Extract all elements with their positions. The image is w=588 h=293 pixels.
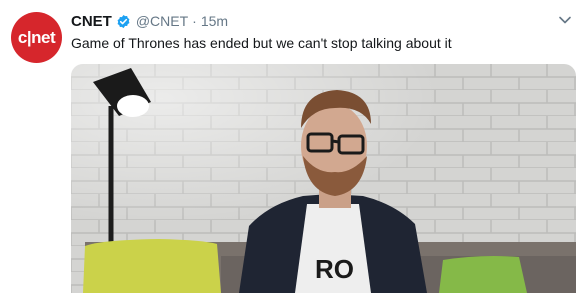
timestamp[interactable]: 15m bbox=[201, 13, 228, 29]
display-name[interactable]: CNET bbox=[71, 13, 112, 30]
video-thumbnail[interactable]: RO bbox=[71, 64, 576, 293]
avatar-logo-text: c|net bbox=[17, 27, 56, 47]
yellow-cushion bbox=[83, 239, 221, 293]
chevron-down-icon[interactable] bbox=[558, 13, 572, 27]
tweet-header: CNET @CNET · 15m bbox=[71, 11, 228, 31]
shirt-lettering: RO bbox=[315, 254, 354, 284]
green-cushion bbox=[439, 256, 527, 293]
tweet-text: Game of Thrones has ended but we can't s… bbox=[71, 35, 452, 51]
avatar[interactable]: c|net bbox=[11, 12, 62, 63]
tweet-card[interactable]: c|net CNET @CNET · 15m Game of Thrones h… bbox=[0, 0, 588, 293]
separator-dot: · bbox=[192, 13, 197, 29]
user-handle[interactable]: @CNET bbox=[136, 13, 188, 29]
verified-badge-icon bbox=[116, 14, 131, 29]
